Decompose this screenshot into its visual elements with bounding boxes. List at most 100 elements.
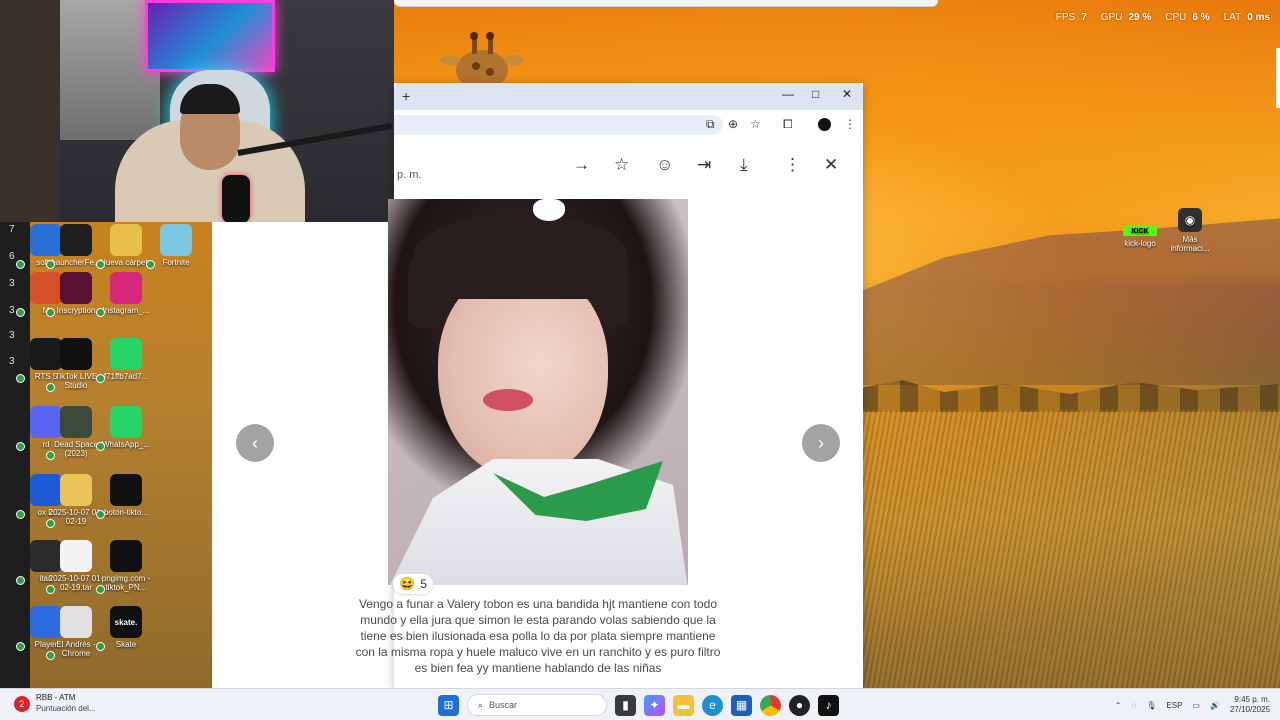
copilot-icon[interactable]: ✦ [644, 694, 665, 716]
app-icon: skate. [110, 606, 142, 638]
profile-avatar[interactable] [818, 118, 831, 131]
network-icon[interactable]: ◌ [1131, 701, 1136, 710]
media-caption: Vengo a funar a Valery tobon es una band… [355, 597, 721, 675]
perf-cpu: CPU 6 % [1165, 12, 1210, 23]
clock[interactable]: 9:45 p. m. 27/10/2025 [1230, 695, 1270, 715]
start-windows-icon[interactable]: ⊞ [438, 694, 459, 716]
desktop-icon[interactable]: 2025-10-07 01-02-19.tar [46, 540, 104, 594]
minimize-button[interactable]: — [782, 87, 794, 101]
desktop-icon-label: pngimg.com - tiktok_PN... [101, 574, 151, 592]
app-icon [110, 406, 142, 438]
app-icon [110, 272, 142, 304]
sync-check-icon [16, 510, 25, 519]
clock-time: 9:45 p. m. [1234, 695, 1270, 704]
install-app-icon[interactable]: ⧉ [706, 117, 715, 132]
desktop-icon-label: WhatsApp_... [101, 440, 151, 449]
edge-icon[interactable]: e [702, 694, 723, 716]
new-tab-button[interactable]: + [402, 88, 410, 104]
tiktok-icon[interactable]: ♪ [818, 694, 839, 716]
desktop-icon-label: Más informaci... [1170, 235, 1210, 253]
desktop-icon[interactable]: LauncherFe... [46, 224, 104, 269]
sync-check-icon [96, 585, 105, 594]
display-icon[interactable]: ▭ [1192, 701, 1200, 710]
sync-check-icon [16, 442, 25, 451]
sync-check-icon [96, 642, 105, 651]
desktop-icon[interactable]: El Andrés - Chrome [46, 606, 104, 660]
wallpaper-grass [860, 410, 1280, 688]
desktop-icon-label: boton-tikto... [103, 508, 149, 517]
media-viewer-toolbar: p. m. → ☆ ☺ ⇥ ⤓ ⋮ ✕ [394, 145, 863, 190]
reaction-chip[interactable]: 😆 5 [393, 574, 433, 594]
desktop-icon[interactable]: 2025-10-07 01-02-19 [46, 474, 104, 528]
sync-check-icon [46, 383, 55, 392]
desktop-icon-label: Skate [115, 640, 137, 649]
zoom-icon[interactable]: ⊕ [728, 117, 738, 131]
perf-fps: FPS 7 [1055, 12, 1087, 23]
desktop-icon[interactable]: Inscryption [46, 272, 104, 317]
desktop-icon-label: 2025-10-07 01-02-19 [48, 508, 104, 526]
browser-menu-icon[interactable]: ⋮ [844, 117, 856, 131]
obs-icon[interactable]: ● [789, 694, 810, 716]
search-placeholder: Buscar [489, 700, 518, 710]
desktop-icon-label: kick-logo [1124, 239, 1156, 248]
app-icon [60, 224, 92, 256]
close-window-button[interactable]: ✕ [842, 87, 852, 101]
desktop-icon[interactable]: WhatsApp_... [96, 406, 154, 451]
desktop-icon[interactable]: f71ffb7ad7... [96, 338, 154, 383]
language-indicator[interactable]: ESP [1166, 701, 1182, 710]
desktop-icon[interactable]: Dead Space (2023) [46, 406, 104, 460]
strip-number: 6 [9, 251, 15, 262]
app-icon [110, 474, 142, 506]
more-options-icon[interactable]: ⋮ [784, 155, 801, 175]
file-explorer-icon[interactable]: ▬ [673, 694, 694, 716]
bookmark-star-icon[interactable]: ☆ [750, 117, 761, 131]
desktop-icon[interactable]: pngimg.com - tiktok_PN... [96, 540, 154, 594]
forward-arrow-icon[interactable]: → [573, 155, 590, 175]
shared-photo [388, 199, 688, 585]
share-icon[interactable]: ⇥ [697, 155, 711, 175]
close-viewer-icon[interactable]: ✕ [824, 155, 838, 175]
extensions-icon[interactable]: ⧠ [783, 117, 793, 132]
info-icon: ◉ [1178, 208, 1202, 232]
next-media-button[interactable]: › [802, 424, 840, 462]
task-view-icon[interactable]: ▮ [615, 694, 636, 716]
sync-check-icon [96, 510, 105, 519]
volume-icon[interactable]: 🔊 [1210, 701, 1220, 710]
clock-date: 27/10/2025 [1229, 705, 1270, 714]
desktop-icon[interactable]: Fortnite [146, 224, 204, 269]
sync-check-icon [16, 260, 25, 269]
desktop-icon-kick[interactable]: KICK kick-logo [1114, 226, 1166, 248]
app-icon [60, 474, 92, 506]
sync-check-icon [16, 642, 25, 651]
chrome-icon[interactable] [760, 694, 781, 716]
sync-check-icon [46, 308, 55, 317]
emoji-react-icon[interactable]: ☺ [656, 155, 673, 175]
desktop-icon-label: TikTok LIVE Studio [54, 372, 98, 390]
desktop-icon-label: Fortnite [162, 258, 190, 267]
previous-media-button[interactable]: ‹ [236, 424, 274, 462]
store-icon[interactable]: ▦ [731, 694, 752, 716]
taskbar-notification-widget[interactable]: 2 RBB - ATM Puntuación del... [14, 693, 96, 713]
address-bar[interactable] [394, 115, 723, 135]
desktop-icon[interactable]: TikTok LIVE Studio [46, 338, 104, 392]
desktop-icon[interactable]: Nueva carpeta [96, 224, 154, 269]
sync-check-icon [16, 308, 25, 317]
message-time: p. m. [397, 169, 422, 181]
download-icon[interactable]: ⤓ [740, 155, 748, 175]
mic-icon[interactable]: 🎙 [1146, 701, 1156, 710]
background-window-edge[interactable] [394, 0, 938, 7]
perf-gpu: GPU 29 % [1100, 12, 1152, 23]
desktop-icon[interactable]: skate. Skate [96, 606, 154, 651]
star-icon[interactable]: ☆ [614, 155, 629, 175]
webcam-overlay [0, 0, 394, 222]
maximize-button[interactable]: □ [812, 87, 819, 101]
desktop-icon[interactable]: boton-tikto... [96, 474, 154, 519]
desktop-icon-more-info[interactable]: ◉ Más informaci... [1164, 208, 1216, 253]
sync-check-icon [146, 260, 155, 269]
desktop-icon[interactable]: Instagram_... [96, 272, 154, 317]
sync-check-icon [46, 585, 55, 594]
taskbar-search[interactable]: ⌕ Buscar [467, 694, 607, 716]
chevron-up-icon[interactable]: ⌃ [1115, 701, 1122, 710]
microphone-icon [222, 175, 250, 222]
background-window-edge-right[interactable] [1276, 48, 1280, 108]
